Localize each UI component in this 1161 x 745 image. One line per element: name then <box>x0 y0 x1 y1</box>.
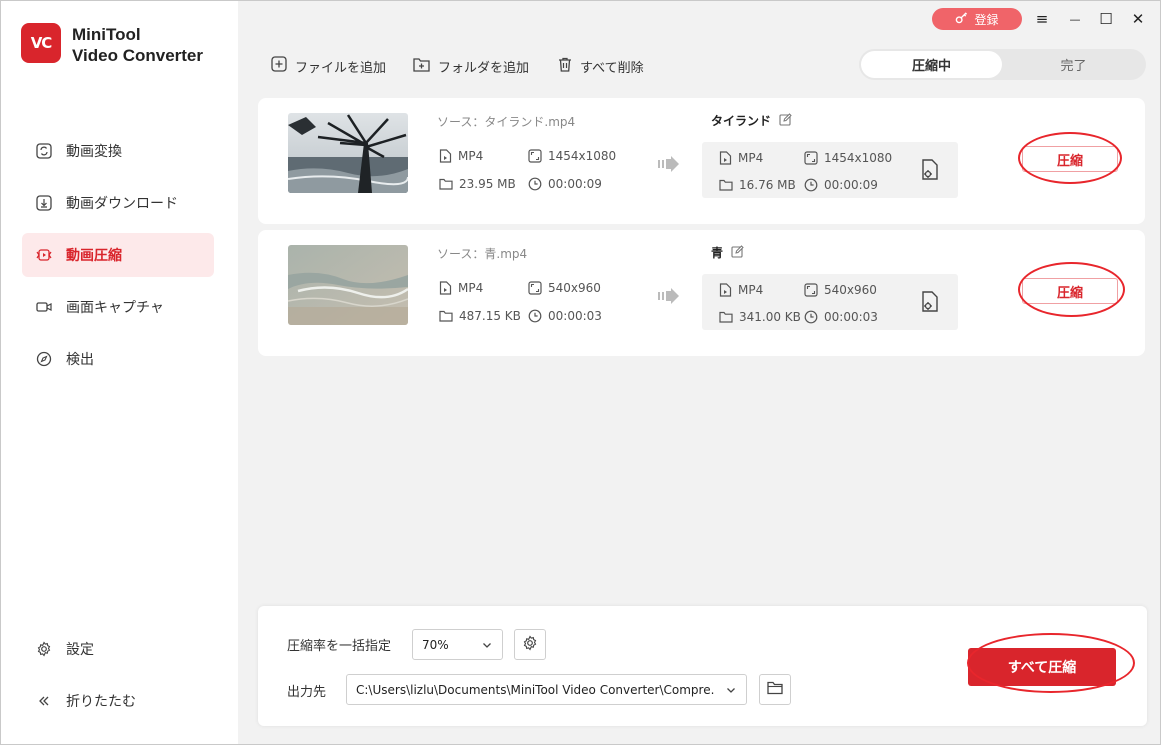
output-duration: 00:00:03 <box>804 310 878 324</box>
edit-icon[interactable] <box>731 244 744 261</box>
sidebar-item-video-compress[interactable]: 動画圧縮 <box>22 233 214 277</box>
source-size: 487.15 KB <box>439 309 521 323</box>
output-size: 16.76 MB <box>719 178 796 192</box>
double-chevron-left-icon <box>35 692 53 710</box>
output-resolution: 540x960 <box>804 283 877 297</box>
sidebar-settings[interactable]: 設定 <box>22 627 214 671</box>
sidebar-item-video-download[interactable]: 動画ダウンロード <box>22 181 214 225</box>
resolution-icon <box>528 149 542 163</box>
camera-icon <box>35 298 53 316</box>
app-logo: VC <box>21 23 61 63</box>
source-duration: 00:00:03 <box>528 309 602 323</box>
file-settings-icon[interactable] <box>920 159 940 185</box>
folder-icon <box>439 310 453 322</box>
folder-plus-icon <box>413 57 430 76</box>
clock-icon <box>804 310 818 324</box>
output-path-select[interactable]: C:\Users\lizlu\Documents\MiniTool Video … <box>346 674 747 705</box>
compress-icon <box>35 246 53 264</box>
menu-button[interactable]: ≡ <box>1031 8 1053 30</box>
close-button[interactable]: ✕ <box>1127 8 1149 30</box>
clock-icon <box>528 309 542 323</box>
ratio-label: 圧縮率を一括指定 <box>287 639 392 654</box>
sidebar-item-screen-capture[interactable]: 画面キャプチャ <box>22 285 214 329</box>
hamburger-icon: ≡ <box>1035 10 1049 28</box>
folder-icon <box>719 179 733 191</box>
folder-icon <box>719 311 733 323</box>
ratio-select[interactable]: 70% <box>412 629 503 660</box>
maximize-icon: ☐ <box>1099 10 1113 28</box>
gear-icon <box>35 640 53 658</box>
source-format: MP4 <box>439 281 483 295</box>
output-size: 341.00 KB <box>719 310 801 324</box>
video-thumbnail[interactable] <box>288 113 408 193</box>
video-thumbnail[interactable] <box>288 245 408 325</box>
plus-square-icon <box>271 56 287 76</box>
source-format: MP4 <box>439 149 483 163</box>
source-label: ソース：タイランド.mp4 <box>437 115 576 129</box>
delete-all-button[interactable]: すべて削除 <box>558 56 644 76</box>
close-icon: ✕ <box>1131 10 1145 28</box>
ratio-settings-button[interactable] <box>514 629 546 660</box>
sidebar-item-discover[interactable]: 検出 <box>22 337 214 381</box>
tab-compressing[interactable]: 圧縮中 <box>861 51 1002 78</box>
app-window: VC MiniTool Video Converter 動画変換 動画ダウンロー… <box>0 0 1161 745</box>
sidebar: VC MiniTool Video Converter 動画変換 動画ダウンロー… <box>1 1 238 744</box>
file-icon <box>719 151 732 165</box>
sidebar-item-video-convert[interactable]: 動画変換 <box>22 129 214 173</box>
chevron-down-icon <box>482 639 492 653</box>
add-file-button[interactable]: ファイルを追加 <box>271 56 386 76</box>
app-brand: MiniTool Video Converter <box>72 25 204 65</box>
tab-done[interactable]: 完了 <box>1003 51 1144 78</box>
register-button[interactable]: 登録 <box>932 8 1022 30</box>
output-resolution: 1454x1080 <box>804 151 892 165</box>
arrow-right-icon <box>658 156 680 176</box>
maximize-button[interactable]: ☐ <box>1095 8 1117 30</box>
edit-icon[interactable] <box>779 112 792 129</box>
key-icon <box>955 11 968 27</box>
resolution-icon <box>804 283 818 297</box>
compress-all-button[interactable]: すべて圧縮 <box>968 648 1116 686</box>
file-icon <box>439 281 452 295</box>
bottom-panel: 圧縮率を一括指定 70% 出力先 C:\Users\lizlu\Document… <box>258 606 1147 726</box>
download-icon <box>35 194 53 212</box>
source-resolution: 540x960 <box>528 281 601 295</box>
file-card: ソース：青.mp4 MP4 540x960 487.15 KB 00:00:03… <box>258 230 1145 356</box>
source-resolution: 1454x1080 <box>528 149 616 163</box>
minimize-icon: — <box>1069 12 1081 26</box>
compass-icon <box>35 350 53 368</box>
output-name: タイランド <box>711 112 792 129</box>
output-name: 青 <box>711 244 744 261</box>
resolution-icon <box>528 281 542 295</box>
output-label: 出力先 <box>287 685 327 700</box>
source-duration: 00:00:09 <box>528 177 602 191</box>
source-label: ソース：青.mp4 <box>437 247 528 261</box>
file-settings-icon[interactable] <box>920 291 940 317</box>
convert-icon <box>35 142 53 160</box>
browse-folder-button[interactable] <box>759 674 791 705</box>
add-folder-button[interactable]: フォルダを追加 <box>413 56 529 76</box>
minimize-button[interactable]: — <box>1064 8 1086 30</box>
file-card: ソース：タイランド.mp4 MP4 1454x1080 23.95 MB 00:… <box>258 98 1145 224</box>
output-duration: 00:00:09 <box>804 178 878 192</box>
folder-icon <box>439 178 453 190</box>
clock-icon <box>804 178 818 192</box>
status-tabs: 圧縮中 完了 <box>859 49 1146 80</box>
folder-icon <box>767 681 783 699</box>
output-format: MP4 <box>719 151 763 165</box>
chevron-down-icon <box>726 684 736 698</box>
source-size: 23.95 MB <box>439 177 516 191</box>
trash-icon <box>558 57 572 76</box>
clock-icon <box>528 177 542 191</box>
sidebar-collapse[interactable]: 折りたたむ <box>22 679 214 723</box>
resolution-icon <box>804 151 818 165</box>
gear-icon <box>522 634 538 655</box>
compress-button[interactable]: 圧縮 <box>1022 278 1118 304</box>
compress-button[interactable]: 圧縮 <box>1022 146 1118 172</box>
arrow-right-icon <box>658 288 680 308</box>
file-icon <box>439 149 452 163</box>
output-format: MP4 <box>719 283 763 297</box>
file-icon <box>719 283 732 297</box>
